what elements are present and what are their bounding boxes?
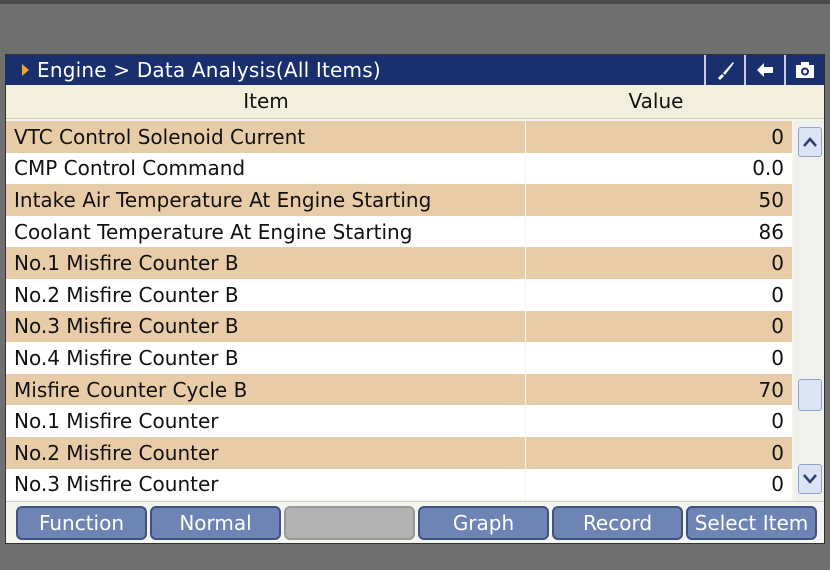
row-item-value: 0 [771,409,784,434]
row-item-name: Misfire Counter Cycle B [6,373,526,406]
graph-button[interactable]: Graph [418,506,549,540]
table-row[interactable]: No.3 Misfire Counter 0 [6,468,792,501]
chevron-up-icon [803,137,817,147]
breadcrumb: Engine > Data Analysis(All Items) [37,58,381,82]
table-row[interactable]: Misfire Counter Cycle B 70 [6,373,792,406]
function-button[interactable]: Function [16,506,147,540]
row-item-value: 0 [771,251,784,276]
table-row[interactable]: Coolant Temperature At Engine Starting 86 [6,215,792,248]
table-row[interactable]: CMP Control Command 0.0 [6,152,792,185]
table-row[interactable]: No.1 Misfire Counter B 0 [6,247,792,279]
app-frame: Engine > Data Analysis(All Items) Item V… [0,0,830,570]
row-item-value: 86 [758,219,784,244]
function-bar: Function Normal Graph Record Select Item [6,501,824,543]
select-item-button[interactable]: Select Item [686,506,817,540]
chevron-down-icon [803,474,817,484]
row-item-name: No.2 Misfire Counter [6,436,526,469]
table-row[interactable]: No.3 Misfire Counter B 0 [6,310,792,343]
vertical-scrollbar[interactable] [794,121,824,501]
row-item-name: CMP Control Command [6,152,526,185]
normal-button[interactable]: Normal [150,506,281,540]
scroll-down-button[interactable] [798,464,822,494]
toolbar-icons [704,55,824,85]
table-row[interactable]: No.2 Misfire Counter 0 [6,436,792,469]
row-item-value: 0 [771,472,784,497]
column-header: Item Value [6,85,824,119]
title-bar: Engine > Data Analysis(All Items) [6,55,824,85]
row-item-name: No.1 Misfire Counter B [6,247,526,279]
row-item-name: Coolant Temperature At Engine Starting [6,215,526,248]
row-item-value: 0 [771,440,784,465]
column-item-header: Item [243,89,289,113]
scroll-up-button[interactable] [798,127,822,157]
table-row[interactable]: No.2 Misfire Counter B 0 [6,278,792,311]
row-item-name: No.3 Misfire Counter [6,468,526,501]
title-arrow-icon [22,64,29,76]
row-item-value: 0 [771,314,784,339]
column-value-header: Value [628,89,684,113]
row-item-value: 0.0 [752,156,784,181]
row-item-name: No.4 Misfire Counter B [6,342,526,374]
blank-button [284,506,415,540]
data-table: VTC Control Solenoid Current 0 CMP Control… [6,121,792,501]
row-item-name: No.1 Misfire Counter [6,405,526,437]
row-item-value: 50 [758,187,784,212]
table-row[interactable]: No.4 Misfire Counter B 0 [6,342,792,374]
table-row[interactable]: No.1 Misfire Counter 0 [6,405,792,437]
record-button[interactable]: Record [552,506,683,540]
row-item-value: 70 [758,377,784,402]
row-item-name: No.2 Misfire Counter B [6,278,526,311]
table-row[interactable]: Intake Air Temperature At Engine Startin… [6,184,792,216]
back-button[interactable] [744,55,784,85]
row-item-value: 0 [771,124,784,149]
row-item-name: Intake Air Temperature At Engine Startin… [6,184,526,216]
brush-button[interactable] [704,55,744,85]
row-item-value: 0 [771,282,784,307]
row-item-name: VTC Control Solenoid Current [6,121,526,153]
row-item-name: No.3 Misfire Counter B [6,310,526,343]
camera-icon [796,62,814,78]
brush-icon [718,62,734,80]
camera-button[interactable] [784,55,824,85]
table-row[interactable]: VTC Control Solenoid Current 0 [6,121,792,153]
scroll-thumb[interactable] [798,379,822,411]
row-item-value: 0 [771,345,784,370]
data-analysis-panel: Engine > Data Analysis(All Items) Item V… [5,54,825,544]
back-arrow-icon [757,63,773,77]
